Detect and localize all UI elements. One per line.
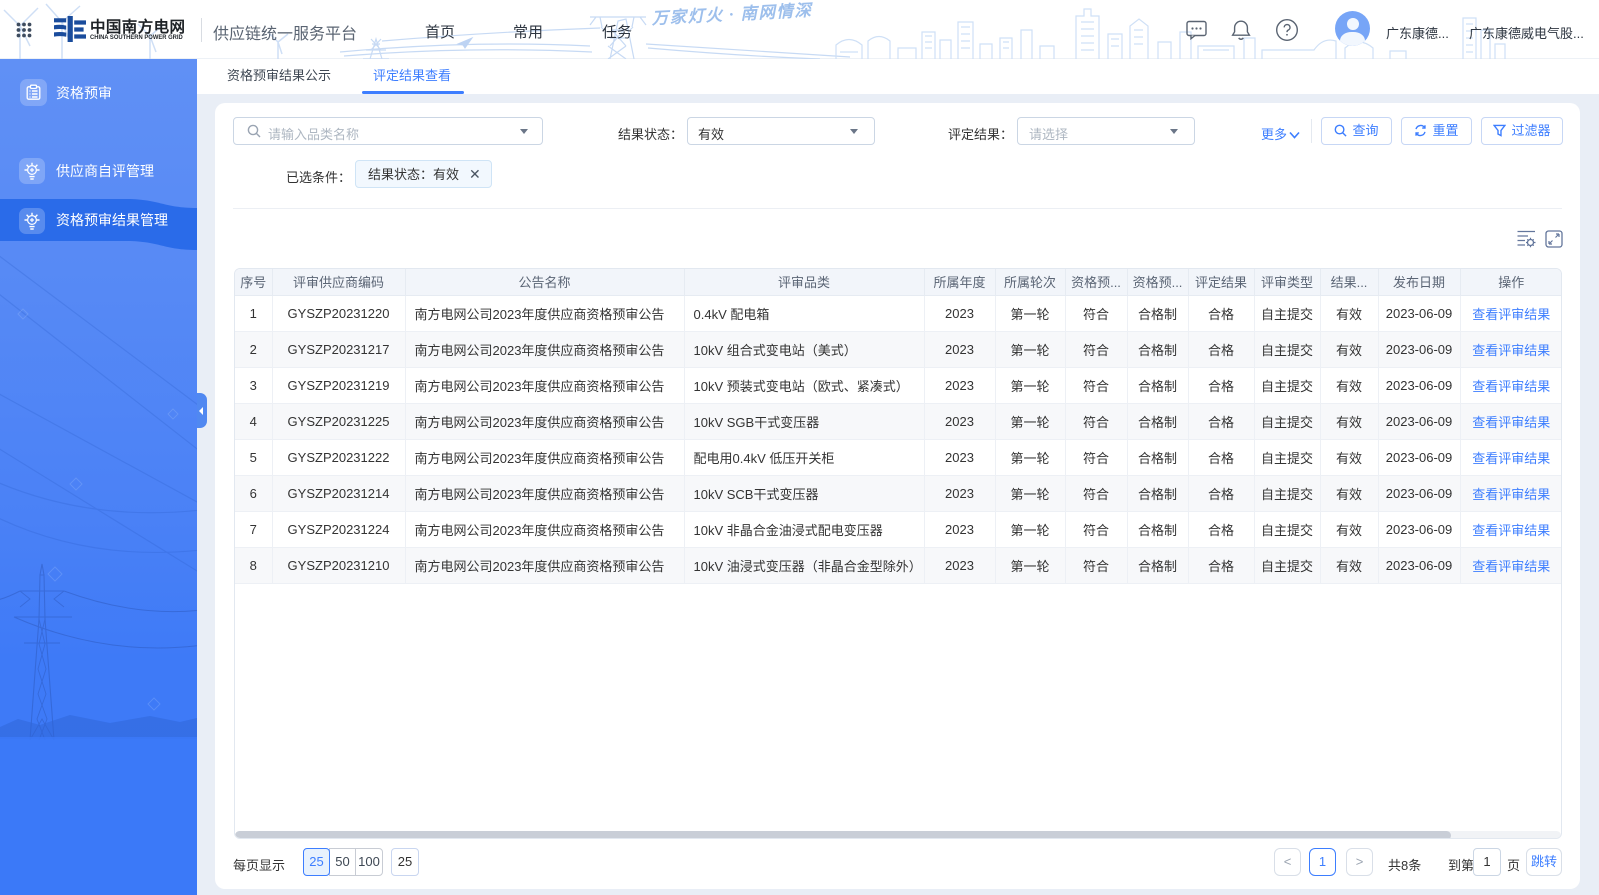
svg-text:万家灯火 · 南网情深: 万家灯火 · 南网情深 [650,1,814,28]
